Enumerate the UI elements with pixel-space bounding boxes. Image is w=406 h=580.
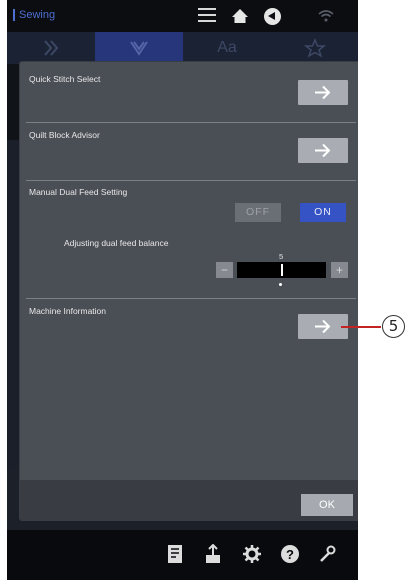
bottom-toolbar: ? [7, 530, 358, 580]
stitch-tab [7, 32, 95, 64]
manual-dual-feed-label: Manual Dual Feed Setting [29, 187, 128, 197]
divider [26, 298, 356, 299]
divider [26, 180, 356, 181]
arrow-right-icon [315, 319, 331, 334]
font-tab: Aa [217, 39, 237, 56]
quick-stitch-select-label: Quick Stitch Select [29, 74, 101, 84]
stitch-chart-icon[interactable] [167, 544, 185, 564]
balance-increase-button[interactable]: + [331, 262, 348, 278]
favorites-tab [271, 32, 358, 64]
slider-center-mark [279, 283, 282, 286]
ok-button[interactable]: OK [301, 494, 353, 516]
dual-feed-on-button[interactable]: ON [300, 203, 346, 222]
quilt-block-advisor-label: Quilt Block Advisor [29, 130, 100, 140]
balance-slider[interactable] [237, 262, 326, 278]
quick-stitch-select-button[interactable] [298, 80, 348, 105]
sewing-screen: Sewing Aa Quick Stitch Select Quilt Bloc… [7, 0, 358, 580]
dual-feed-balance-value: 5 [279, 252, 284, 261]
mode-label: Sewing [13, 9, 55, 21]
callout-line [341, 326, 381, 328]
machine-information-label: Machine Information [29, 306, 107, 316]
svg-text:?: ? [286, 547, 294, 562]
home-icon[interactable] [231, 8, 249, 24]
menu-icon[interactable] [198, 8, 216, 24]
pattern-tab [95, 32, 183, 64]
status-bar: Sewing [7, 0, 358, 32]
slider-indicator [281, 264, 283, 276]
dual-feed-balance-label: Adjusting dual feed balance [64, 238, 169, 248]
settings-icon[interactable] [242, 544, 261, 564]
balance-decrease-button[interactable]: − [216, 262, 233, 278]
back-icon[interactable] [264, 8, 281, 25]
export-icon[interactable] [204, 543, 222, 564]
quilt-block-advisor-button[interactable] [298, 138, 348, 163]
settings-dialog: Quick Stitch Select Quilt Block Advisor … [20, 62, 358, 520]
arrow-right-icon [315, 85, 331, 100]
dual-feed-off-button[interactable]: OFF [235, 203, 281, 222]
background-tabs: Aa [7, 32, 358, 64]
divider [26, 122, 356, 123]
arrow-right-icon [315, 143, 331, 158]
wifi-icon [318, 9, 336, 25]
tools-icon[interactable] [318, 544, 336, 564]
help-icon[interactable]: ? [280, 544, 299, 564]
callout-number: 5 [382, 315, 405, 338]
